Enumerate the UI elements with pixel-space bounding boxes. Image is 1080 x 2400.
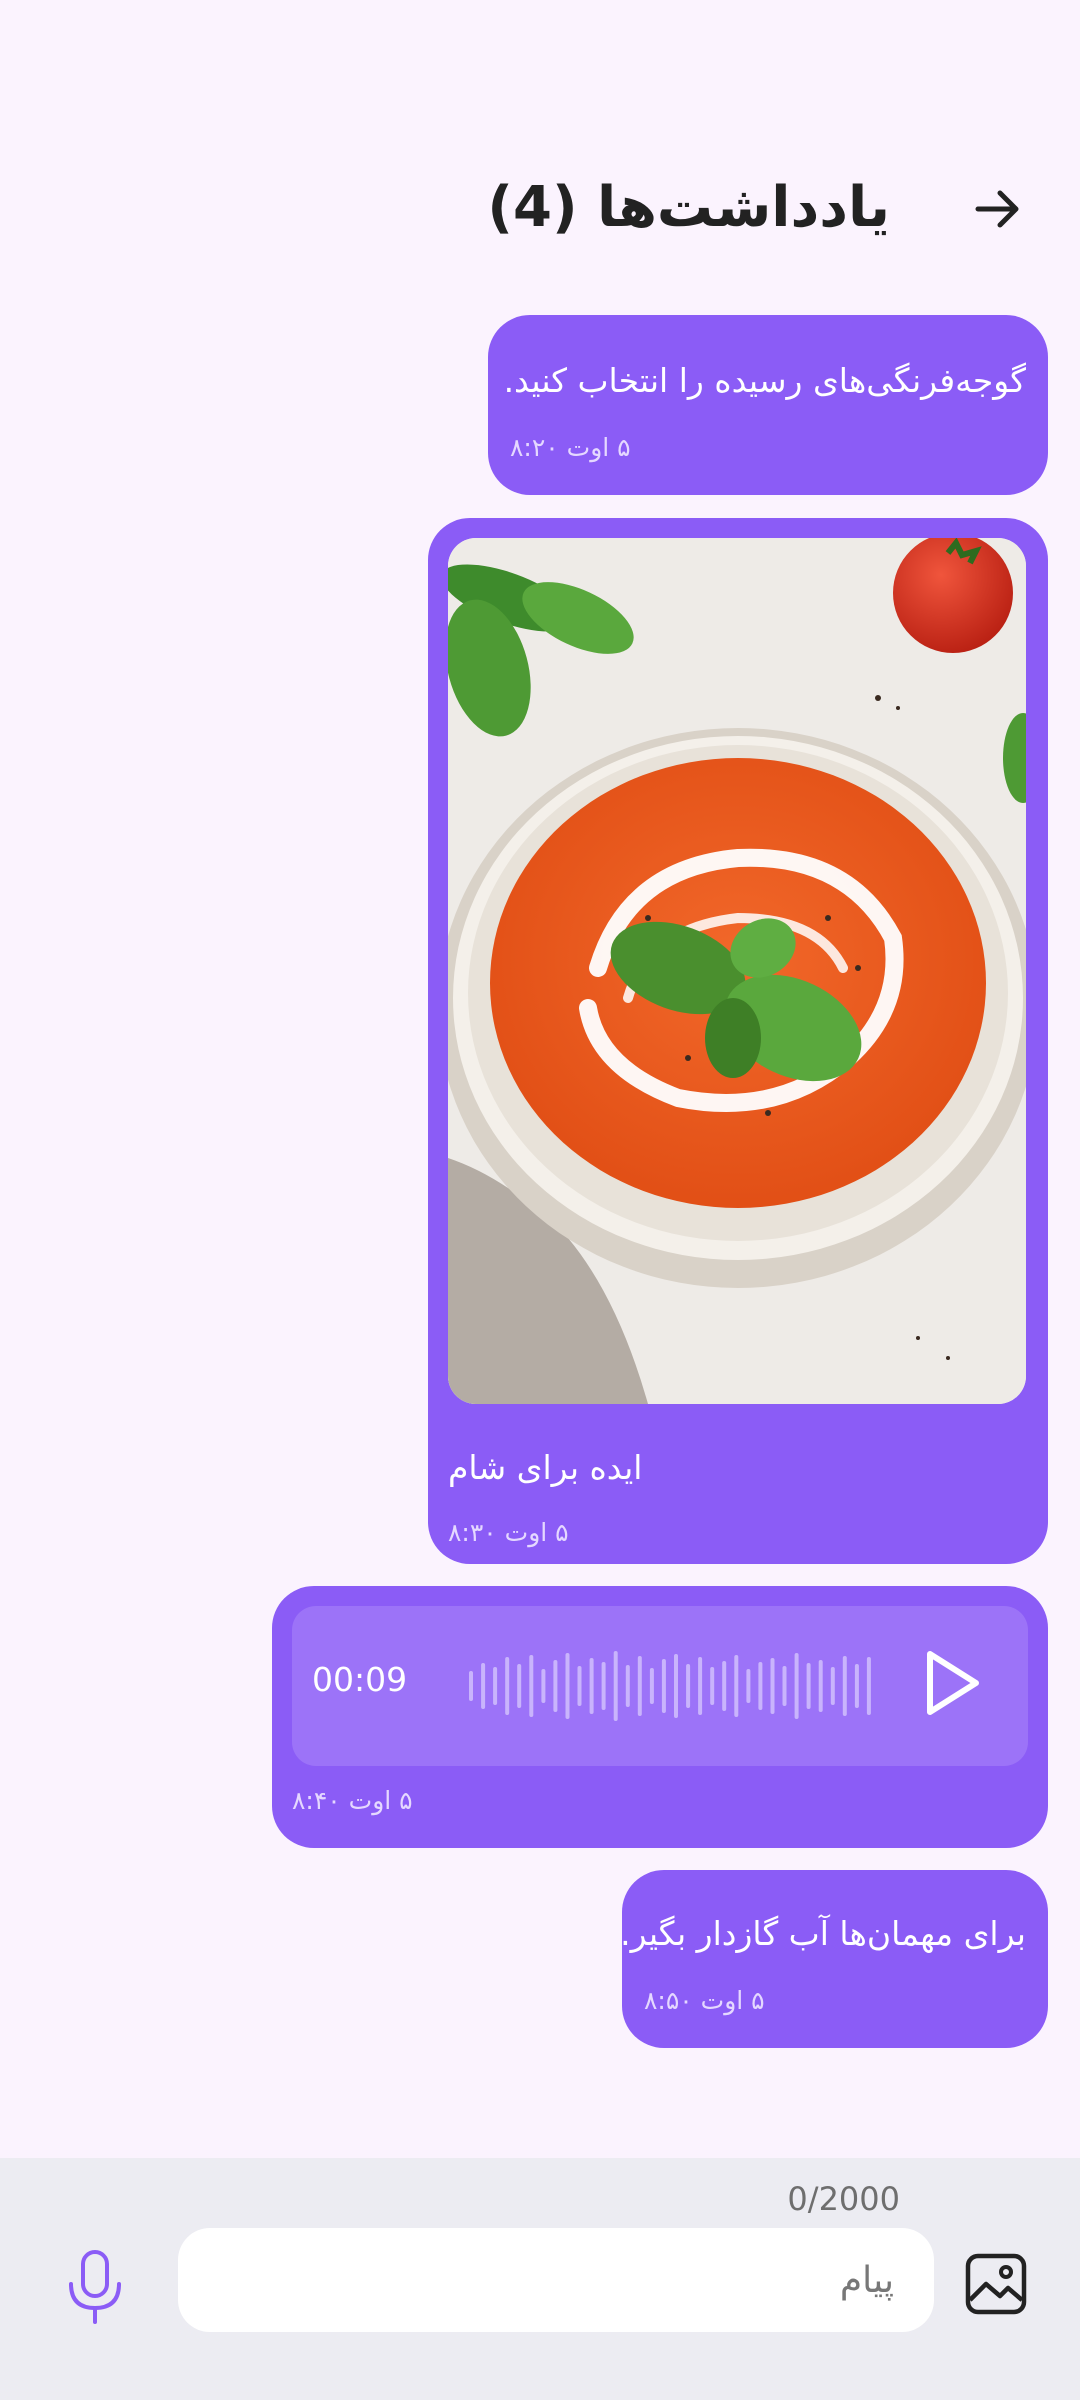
- attach-image-button[interactable]: [962, 2250, 1030, 2318]
- waveform: [469, 1651, 871, 1721]
- waveform-bar: [686, 1664, 691, 1708]
- waveform-bar: [517, 1664, 522, 1708]
- waveform-bar: [710, 1667, 715, 1705]
- image-message-bubble[interactable]: ایده برای شام ۵ اوت ۸:۳۰: [428, 518, 1048, 1564]
- waveform-bar: [469, 1671, 473, 1701]
- message-timestamp: ۵ اوت ۸:۴۰: [292, 1786, 413, 1815]
- voice-message-bubble[interactable]: 00:09 ۵ اوت ۸:۴۰: [272, 1586, 1048, 1848]
- waveform-bar: [746, 1669, 751, 1703]
- microphone-icon: [69, 2250, 121, 2324]
- waveform-bar: [674, 1654, 678, 1718]
- waveform-bar: [818, 1660, 823, 1712]
- arrow-right-icon: [975, 190, 1019, 228]
- back-button[interactable]: [958, 174, 1038, 244]
- waveform-bar: [565, 1653, 570, 1719]
- character-counter: 0/2000: [787, 2180, 900, 2218]
- image-icon: [965, 2253, 1027, 2315]
- waveform-bar: [481, 1663, 486, 1709]
- waveform-bar: [541, 1669, 546, 1703]
- waveform-bar: [806, 1663, 811, 1709]
- waveform-bar: [770, 1658, 775, 1714]
- message-bubble[interactable]: گوجه‌فرنگی‌های رسیده را انتخاب کنید. ۵ ا…: [488, 315, 1048, 495]
- waveform-bar: [529, 1655, 534, 1717]
- message-text: برای مهمان‌ها آب گازدار بگیر.: [620, 1914, 1026, 1953]
- tomato-soup-illustration: [448, 538, 1026, 1404]
- mic-button[interactable]: [62, 2248, 128, 2326]
- message-input-wrapper: [178, 2228, 934, 2332]
- message-timestamp: ۵ اوت ۸:۳۰: [448, 1518, 569, 1547]
- waveform-bar: [854, 1664, 859, 1708]
- waveform-bar: [553, 1660, 558, 1712]
- waveform-bar: [577, 1666, 582, 1706]
- message-composer: 0/2000: [0, 2158, 1080, 2400]
- waveform-bar: [625, 1665, 630, 1707]
- photo-caption: ایده برای شام: [448, 1448, 643, 1487]
- waveform-bar: [613, 1651, 618, 1721]
- message-text: گوجه‌فرنگی‌های رسیده را انتخاب کنید.: [503, 361, 1026, 400]
- message-input[interactable]: [178, 2228, 934, 2332]
- page-title: یادداشت‌ها (4): [487, 175, 890, 240]
- waveform-bar: [722, 1661, 727, 1711]
- message-bubble[interactable]: برای مهمان‌ها آب گازدار بگیر. ۵ اوت ۸:۵۰: [620, 1870, 1048, 2048]
- voice-player: 00:09: [292, 1606, 1028, 1766]
- message-timestamp: ۵ اوت ۸:۲۰: [510, 433, 631, 462]
- message-timestamp: ۵ اوت ۸:۵۰: [644, 1986, 765, 2015]
- waveform-bar: [734, 1655, 739, 1717]
- waveform-bar: [782, 1666, 787, 1706]
- waveform-bar: [649, 1668, 654, 1704]
- waveform-bar: [842, 1656, 847, 1716]
- waveform-bar: [589, 1658, 594, 1714]
- waveform-bar: [758, 1662, 763, 1710]
- message-photo[interactable]: [448, 538, 1026, 1404]
- waveform-bar: [794, 1653, 799, 1719]
- app-header: یادداشت‌ها (4): [0, 150, 1080, 270]
- waveform-bar: [505, 1657, 510, 1715]
- voice-duration: 00:09: [312, 1660, 408, 1699]
- waveform-bar: [661, 1659, 666, 1713]
- waveform-bar: [866, 1657, 871, 1715]
- waveform-bar: [698, 1657, 703, 1715]
- waveform-bar: [493, 1667, 498, 1705]
- play-icon[interactable]: [922, 1648, 982, 1718]
- waveform-bar: [830, 1667, 835, 1705]
- waveform-bar: [637, 1656, 642, 1716]
- waveform-bar: [601, 1662, 606, 1710]
